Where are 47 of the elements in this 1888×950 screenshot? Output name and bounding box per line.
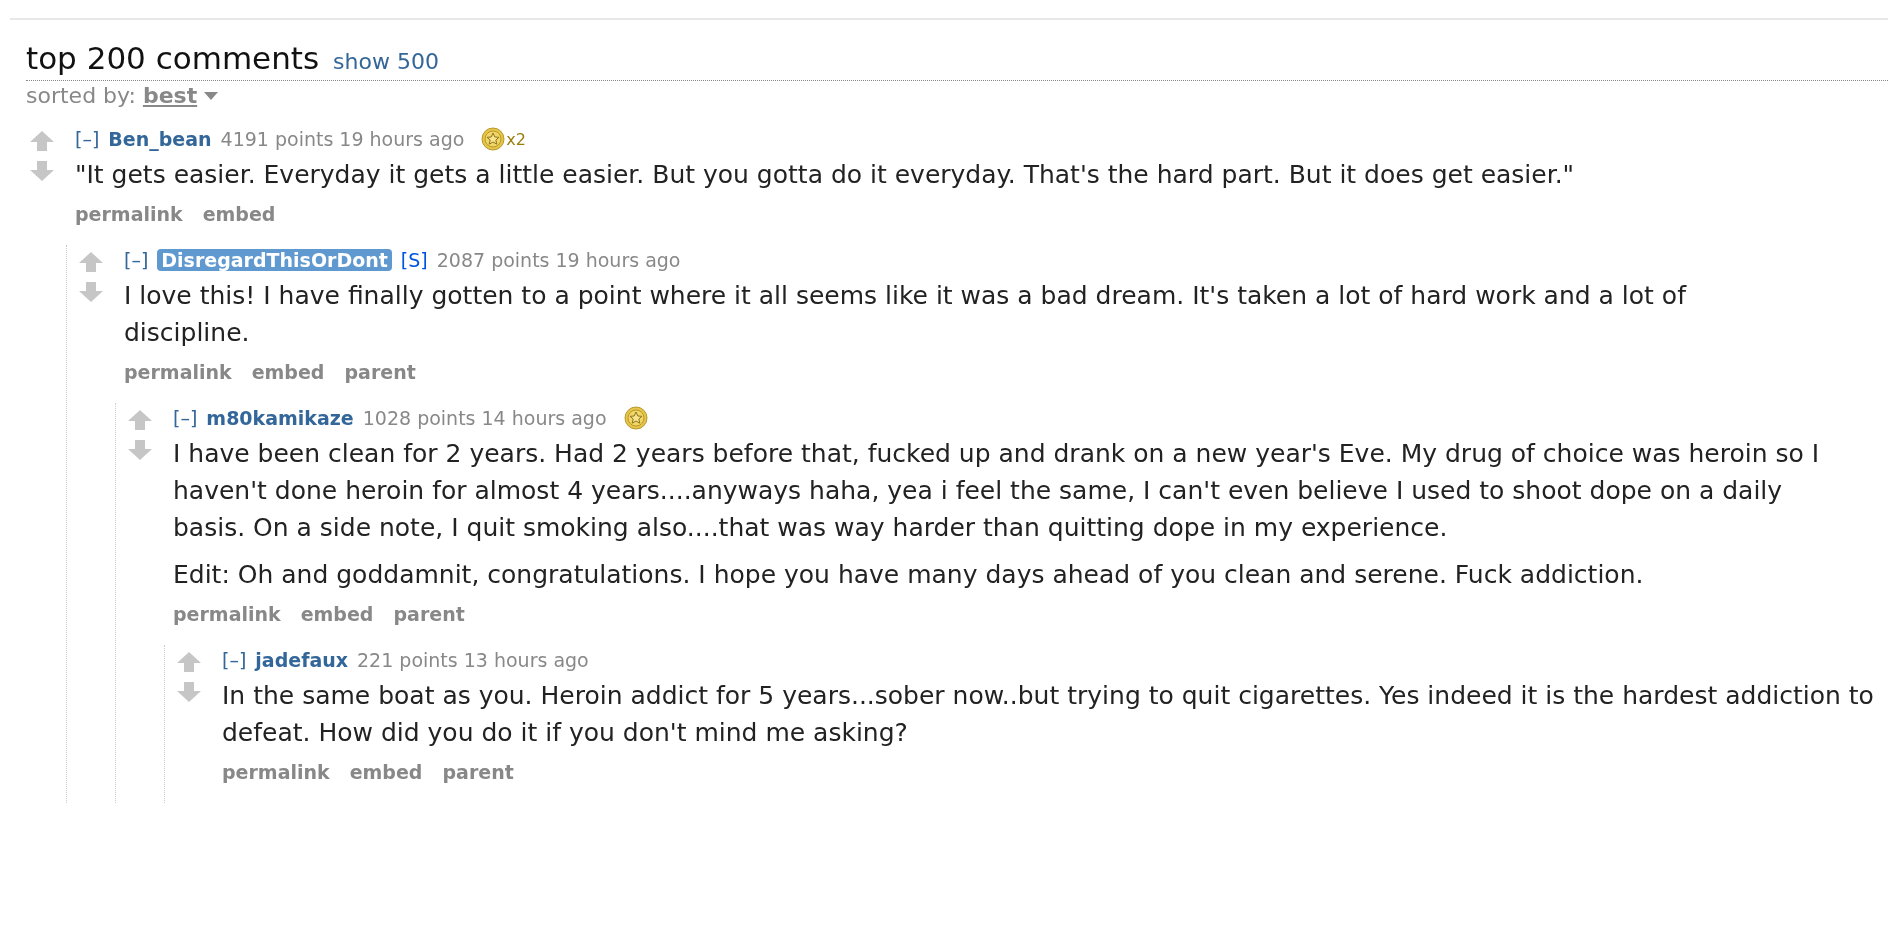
collapse-toggle[interactable]: [–] xyxy=(222,649,247,671)
comment-time: 19 hours ago xyxy=(555,249,681,271)
show-more-link[interactable]: show 500 xyxy=(333,49,439,74)
comment-text: I love this! I have finally gotten to a point where it all seems like it was a bad dream. It's taken a lot of hard work and a lot of discipline. xyxy=(124,280,1688,349)
comments-title: top 200 comments xyxy=(26,40,320,76)
downvote-icon[interactable] xyxy=(176,681,202,703)
sort-label: sorted by: xyxy=(26,83,136,108)
comment-action-link[interactable]: parent xyxy=(393,603,465,625)
comment-action-link[interactable]: permalink xyxy=(75,203,183,225)
comment-time: 19 hours ago xyxy=(339,128,465,150)
upvote-icon[interactable] xyxy=(78,251,104,273)
comment-action-link[interactable]: embed xyxy=(349,761,423,783)
comment-action-link[interactable]: embed xyxy=(202,203,276,225)
author-link[interactable]: jadefaux xyxy=(255,649,349,671)
upvote-icon[interactable] xyxy=(29,130,55,152)
comment-text: "It gets easier. Everyday it gets a little easier. But you gotta do it everyday. That's the hard part. But it does get easier." xyxy=(75,159,1576,191)
award-count: x2 xyxy=(506,129,526,149)
comment-action-link[interactable]: embed xyxy=(300,603,374,625)
comment-action-link[interactable]: permalink xyxy=(222,761,330,783)
comment-score: 221 points xyxy=(357,649,458,671)
submitter-tag[interactable]: [S] xyxy=(400,249,428,271)
author-link[interactable]: Ben_bean xyxy=(108,128,212,150)
comment-action-link[interactable]: parent xyxy=(442,761,514,783)
comment-score: 4191 points xyxy=(220,128,334,150)
comment-action-link[interactable]: permalink xyxy=(124,361,232,383)
author-link[interactable]: DisregardThisOrDont xyxy=(157,249,392,271)
comment-text: I have been clean for 2 years. Had 2 years before that, fucked up and drank on a new year's Eve. My drug of choice was heroin so I haven't done heroin for almost 4 years....anyways haha, yea i feel the same, I can't even believe I used to shoot dope on a daily basis. On a side note, I quit smoking also....that was way harder than quitting dope in my experience. xyxy=(173,438,1821,544)
downvote-icon[interactable] xyxy=(78,281,104,303)
upvote-icon[interactable] xyxy=(176,651,202,673)
downvote-icon[interactable] xyxy=(29,160,55,182)
comment-text: Edit: Oh and goddamnit, congratulations. I hope you have many days ahead of you clean and serene. Fuck addiction. xyxy=(173,559,1645,591)
downvote-icon[interactable] xyxy=(127,439,153,461)
comment-time: 13 hours ago xyxy=(463,649,589,671)
comment-action-link[interactable]: permalink xyxy=(173,603,281,625)
collapse-toggle[interactable]: [–] xyxy=(75,128,100,150)
sort-dropdown[interactable]: best xyxy=(142,83,198,108)
comment-score: 1028 points xyxy=(362,407,476,429)
author-link[interactable]: m80kamikaze xyxy=(206,407,354,429)
comment-text: In the same boat as you. Heroin addict for 5 years...sober now..but trying to quit cigarettes. Yes indeed it is the hardest addiction to defeat. How did you do it if you don't mind me asking? xyxy=(222,680,1875,749)
collapse-toggle[interactable]: [–] xyxy=(124,249,149,271)
comment-action-link[interactable]: parent xyxy=(344,361,416,383)
collapse-toggle[interactable]: [–] xyxy=(173,407,198,429)
upvote-icon[interactable] xyxy=(127,409,153,431)
comment-score: 2087 points xyxy=(436,249,550,271)
comment-action-link[interactable]: embed xyxy=(251,361,325,383)
caret-icon[interactable] xyxy=(204,90,219,101)
comment-time: 14 hours ago xyxy=(481,407,607,429)
